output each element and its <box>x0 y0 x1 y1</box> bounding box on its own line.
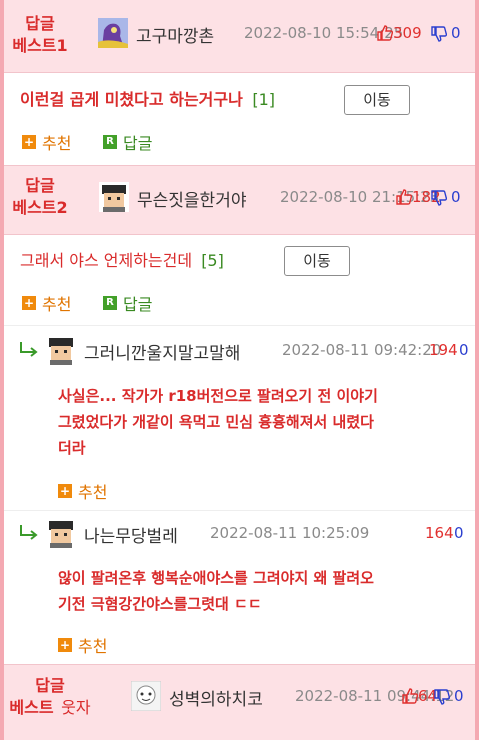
thumbs-down-icon[interactable] <box>431 26 448 46</box>
comment-body: 사실은... 작가가 r18버전으로 팔려오기 전 이야기 그렸었다가 개같이 … <box>58 383 378 461</box>
avatar[interactable] <box>131 681 161 711</box>
upvote-count: 309 <box>393 24 422 42</box>
reply-icon: R <box>103 296 117 310</box>
avatar[interactable] <box>46 335 76 365</box>
avatar[interactable] <box>46 518 76 548</box>
thumbs-down-icon[interactable] <box>431 190 448 210</box>
best-comment-1-header: 답글 베스트1 고구마깡촌 2022-08-10 15:54:25 309 0 <box>4 0 475 73</box>
comment-body: 그래서 야스 언제하는건데 [5] <box>20 248 224 274</box>
recommend-label: 추천 <box>42 295 72 314</box>
thumbs-up-icon[interactable] <box>402 688 419 708</box>
author-nickname[interactable]: 그러니깐울지말고말해 <box>84 339 240 364</box>
recommend-label: 추천 <box>42 134 72 153</box>
comment-text-line: 그렸었다가 개같이 욕먹고 민심 흉흉해져서 내렸다 <box>58 413 374 431</box>
move-button[interactable]: 이동 <box>344 85 410 115</box>
comment-text-line: 사실은... 작가가 r18버전으로 팔려오기 전 이야기 <box>58 387 378 405</box>
reply-button[interactable]: R 답글 <box>103 291 152 315</box>
recommend-button[interactable]: + 추천 <box>58 479 107 503</box>
best-badge: 답글 베스트 웃자 <box>4 675 96 719</box>
comment-list: 답글 베스트1 고구마깡촌 2022-08-10 15:54:25 309 0 … <box>4 0 475 740</box>
recommend-button[interactable]: + 추천 <box>58 633 107 657</box>
reply-icon: R <box>103 135 117 149</box>
best-badge-line1: 답글 <box>25 176 55 195</box>
comment-body: 않이 팔려온후 행복순애야스를 그려야지 왜 팔려오 기전 극혐강간야스를그렷대… <box>58 565 374 617</box>
divider <box>4 510 475 511</box>
plus-icon: + <box>58 638 72 652</box>
recommend-label: 추천 <box>78 483 108 502</box>
downvote-count: 0 <box>459 341 469 359</box>
comment-text: 이런걸 곱게 미쳤다고 하는거구나 <box>20 90 243 109</box>
comment-text-line: 기전 극혐강간야스를그렷대 ㄷㄷ <box>58 595 262 613</box>
upvote-count: 194 <box>429 341 458 359</box>
best-comment-2-header: 답글 베스트2 무슨짓을한거야 2022-08-10 21:15:23 182 … <box>4 165 475 235</box>
author-nickname[interactable]: 고구마깡촌 <box>136 22 214 47</box>
move-button[interactable]: 이동 <box>284 246 350 276</box>
comment-text-line: 더라 <box>58 439 86 457</box>
author-nickname[interactable]: 성벽의하치코 <box>169 685 263 710</box>
downvote-count: 0 <box>451 24 461 42</box>
recommend-label: 추천 <box>78 637 108 656</box>
comment-date: 2022-08-11 09:42:20 <box>282 341 442 359</box>
best-badge-line2: 베스트1 <box>12 36 68 55</box>
author-nickname[interactable]: 무슨짓을한거야 <box>137 186 246 211</box>
plus-icon: + <box>22 296 36 310</box>
comment-body: 이런걸 곱게 미쳤다고 하는거구나 [1] <box>20 87 275 113</box>
plus-icon: + <box>22 135 36 149</box>
best-badge-line2: 베스트 <box>9 698 54 717</box>
best-laugh-comment-header: 답글 베스트 웃자 성벽의하치코 2022-08-11 09:44:12 64 … <box>4 664 475 740</box>
reply-count: [1] <box>252 90 276 109</box>
reply-arrow-icon <box>18 340 40 362</box>
thumbs-up-icon[interactable] <box>396 189 413 209</box>
reply-count: [5] <box>201 251 224 270</box>
reply-label: 답글 <box>123 134 153 153</box>
thumbs-down-icon[interactable] <box>434 689 451 709</box>
thumbs-up-icon[interactable] <box>377 25 394 45</box>
avatar[interactable] <box>98 18 128 48</box>
best-badge: 답글 베스트1 <box>5 13 75 57</box>
laugh-label: 웃자 <box>61 698 91 717</box>
recommend-button[interactable]: + 추천 <box>22 291 71 315</box>
comment-date: 2022-08-11 10:25:09 <box>210 524 370 542</box>
divider <box>4 325 475 326</box>
upvote-count: 164 <box>425 524 454 542</box>
best-badge-line2: 베스트2 <box>12 198 68 217</box>
comment-text: 그래서 야스 언제하는건데 <box>20 251 193 270</box>
author-nickname[interactable]: 나는무당벌레 <box>84 522 178 547</box>
downvote-count: 0 <box>451 188 461 206</box>
reply-arrow-icon <box>18 523 40 545</box>
downvote-count: 0 <box>454 687 464 705</box>
avatar[interactable] <box>99 182 129 212</box>
best-badge: 답글 베스트2 <box>5 175 75 219</box>
reply-button[interactable]: R 답글 <box>103 130 152 154</box>
recommend-button[interactable]: + 추천 <box>22 130 71 154</box>
comment-text-line: 않이 팔려온후 행복순애야스를 그려야지 왜 팔려오 <box>58 569 374 587</box>
downvote-count: 0 <box>454 524 464 542</box>
best-badge-line1: 답글 <box>25 14 55 33</box>
best-badge-line1: 답글 <box>35 676 65 695</box>
plus-icon: + <box>58 484 72 498</box>
reply-label: 답글 <box>123 295 153 314</box>
